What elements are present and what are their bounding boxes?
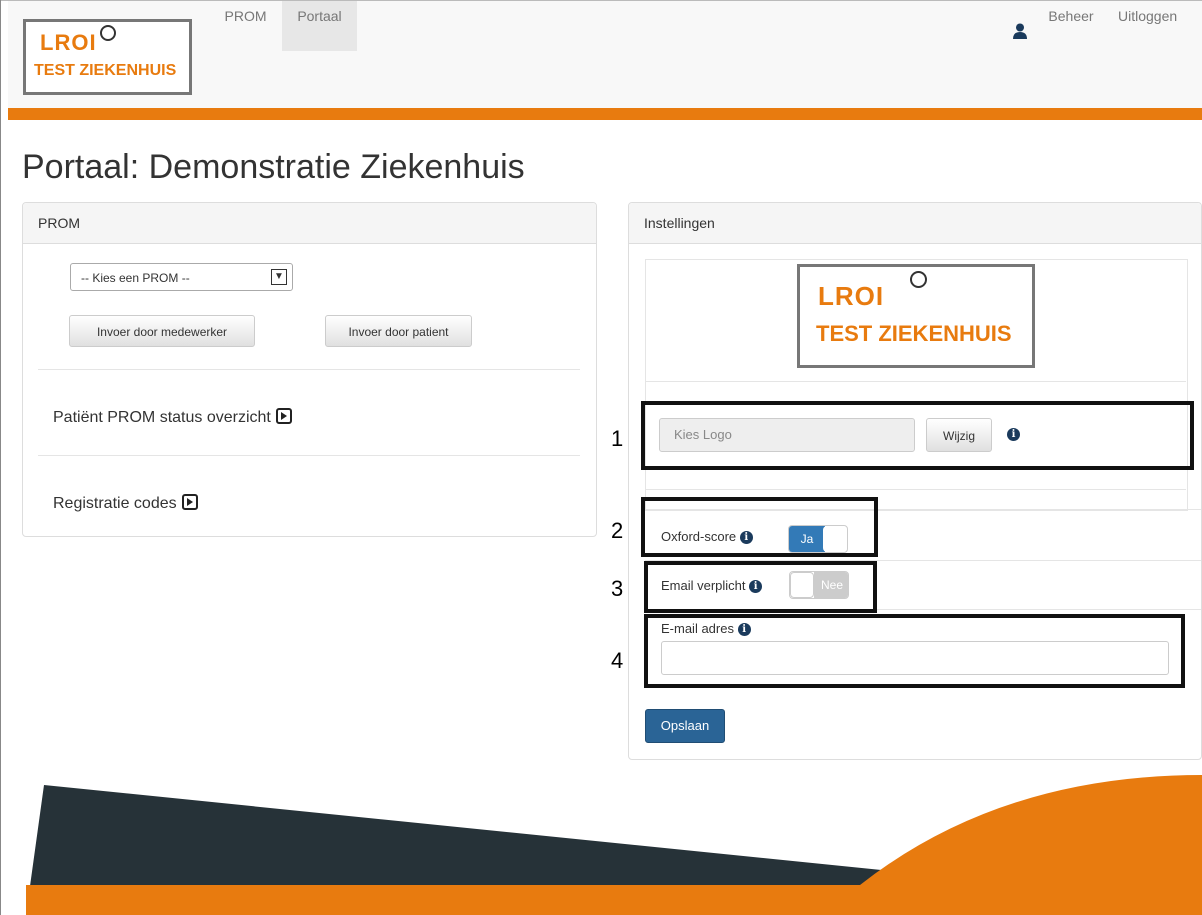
logo-emblem-icon [100,25,116,41]
nav-prom[interactable]: PROM [218,1,273,31]
header-orange-bar [8,108,1202,120]
invoer-medewerker-button[interactable]: Invoer door medewerker [69,315,255,347]
logo-preview-title: LROI [818,281,885,311]
logo-title: LROI [40,30,97,55]
chevron-down-icon[interactable]: ▼ [271,269,287,285]
nav-beheer[interactable]: Beheer [1041,1,1101,31]
registratie-codes-label: Registratie codes [53,495,177,512]
play-icon [181,494,198,510]
nav-uitloggen[interactable]: Uitloggen [1118,1,1202,31]
prom-panel: PROM -- Kies een PROM -- ▼ Invoer door m… [22,202,597,537]
logo-emblem-icon [910,271,927,288]
callout-number-1: 1 [611,426,624,451]
divider [645,489,1186,490]
divider [38,455,580,456]
callout-box-3 [644,561,877,613]
status-overzicht-link[interactable]: Patiënt PROM status overzicht [53,406,292,427]
callout-number-4: 4 [611,648,624,673]
logo-subtitle: TEST ZIEKENHUIS [34,62,177,79]
prom-select-value: -- Kies een PROM -- [81,271,190,285]
logo-preview: LROI TEST ZIEKENHUIS [797,264,1035,368]
callout-box-4 [644,614,1185,688]
divider [645,381,1186,382]
logo-preview-subtitle: TEST ZIEKENHUIS [816,321,1012,346]
play-icon [275,408,292,424]
footer-decoration [26,775,1202,915]
prom-panel-heading: PROM [23,203,596,244]
hospital-logo[interactable]: LROI TEST ZIEKENHUIS [23,19,192,95]
user-icon[interactable] [1013,23,1027,39]
divider [38,369,580,370]
opslaan-button[interactable]: Opslaan [645,709,725,743]
prom-select[interactable]: -- Kies een PROM -- ▼ [70,263,293,291]
callout-number-3: 3 [611,576,624,601]
invoer-patient-button[interactable]: Invoer door patient [325,315,472,347]
status-overzicht-label: Patiënt PROM status overzicht [53,409,271,426]
registratie-codes-link[interactable]: Registratie codes [53,492,198,513]
callout-number-2: 2 [611,518,624,543]
callout-box-1 [641,401,1194,470]
page-title: Portaal: Demonstratie Ziekenhuis [22,148,525,186]
nav-portaal[interactable]: Portaal [282,1,357,51]
footer-orange-band [26,885,1202,915]
callout-box-2 [641,497,878,557]
settings-panel-heading: Instellingen [629,203,1201,244]
navbar: LROI TEST ZIEKENHUIS PROM Portaal Beheer… [8,1,1202,108]
